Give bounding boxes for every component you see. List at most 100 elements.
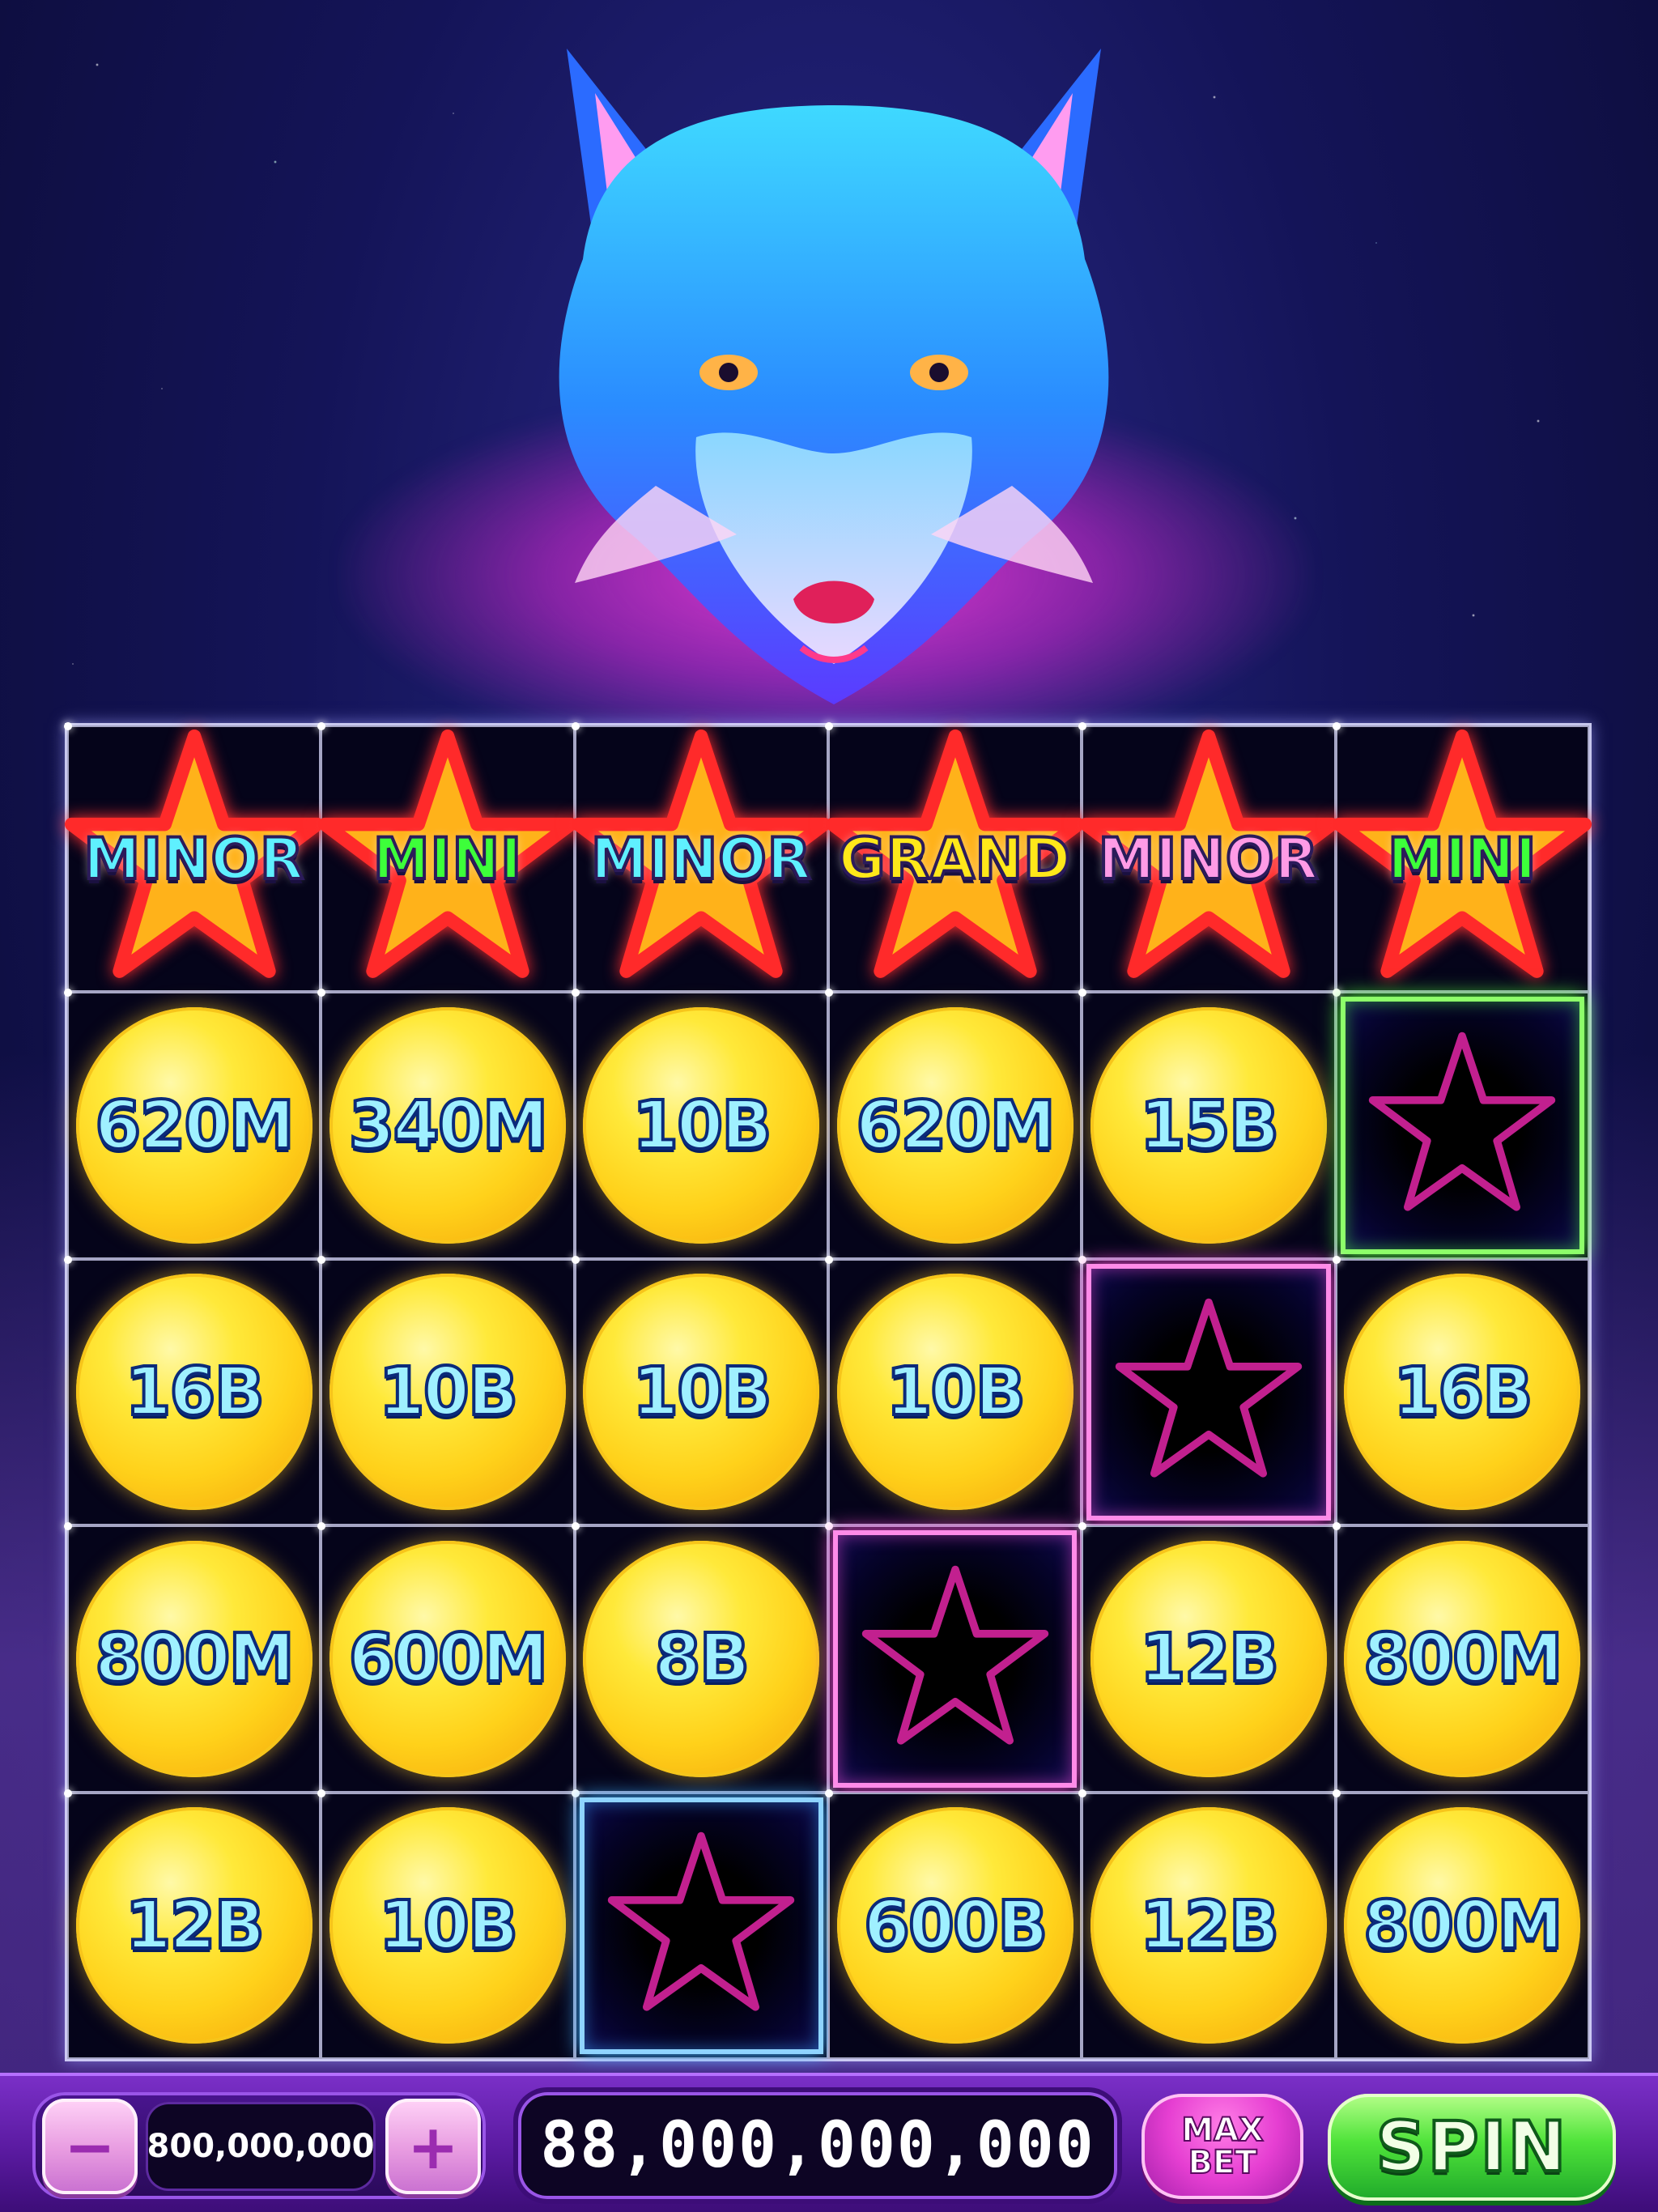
increase-bet-button[interactable]: + (385, 2099, 481, 2194)
coin-value: 10B (377, 1886, 521, 1966)
grid-node (317, 1789, 326, 1797)
jackpot-label: MINI (1386, 824, 1537, 894)
grid-node (571, 1255, 580, 1264)
coin-value: 600M (347, 1619, 551, 1699)
moon-coin: 10B (329, 1807, 566, 2044)
coin-value: 8B (653, 1619, 752, 1699)
moon-coin: 10B (583, 1274, 820, 1511)
jackpot-label: MINOR (1097, 824, 1320, 894)
coin-value: 340M (347, 1086, 551, 1166)
reel-cell: 10B (825, 1255, 1082, 1526)
star-outline-icon (1369, 1032, 1556, 1211)
moon-coin: 12B (1090, 1807, 1327, 2044)
max-bet-button[interactable]: MAX BET (1141, 2094, 1303, 2199)
grid-node (317, 1522, 326, 1531)
coin-value: 12B (1138, 1886, 1282, 1966)
reel-cell: 12B (1078, 1522, 1336, 1793)
jackpot-cell: MINOR (64, 722, 324, 993)
empty-star-slot (833, 1530, 1078, 1788)
grid-node (1332, 989, 1341, 998)
reel-cell: 600M (317, 1522, 575, 1793)
reel-cell: 620M (64, 989, 321, 1259)
coin-value: 800M (1362, 1886, 1565, 1966)
coin-value: 12B (123, 1886, 266, 1966)
coin-value: 10B (631, 1352, 774, 1432)
reel-cell: 800M (1332, 1789, 1589, 2059)
grid-node (64, 1522, 72, 1531)
grid-node (1078, 1255, 1087, 1264)
reel-grid: MINOR MINI MINOR GRAND MINOR MINI 620M 340M 10B 6… (64, 722, 1592, 2061)
coin-value: 12B (1138, 1619, 1282, 1699)
spin-button[interactable]: SPIN (1328, 2094, 1616, 2201)
reel-cell: 12B (1078, 1789, 1336, 2059)
reel-cell: 800M (64, 1522, 321, 1793)
max-bet-label-line1: MAX (1180, 2112, 1265, 2149)
coin-value: 16B (123, 1352, 266, 1432)
reel-cell (825, 1522, 1082, 1793)
minus-icon: − (64, 2110, 116, 2183)
reel-cell: 10B (317, 1255, 575, 1526)
coin-value: 620M (93, 1086, 296, 1166)
grid-node (571, 1789, 580, 1797)
reel-cell: 16B (64, 1255, 321, 1526)
empty-star-slot (1086, 1263, 1331, 1521)
grid-node (825, 1255, 833, 1264)
grid-node (825, 989, 833, 998)
coin-value: 620M (854, 1086, 1057, 1166)
grid-node (1332, 1255, 1341, 1264)
coin-value: 10B (884, 1352, 1027, 1432)
jackpot-label: MINOR (82, 824, 305, 894)
jackpot-cell: MINOR (1078, 722, 1339, 993)
moon-coin: 800M (75, 1540, 312, 1777)
moon-coin: 15B (1090, 1007, 1327, 1244)
moon-coin: 620M (75, 1007, 312, 1244)
reel-cell: 600B (825, 1789, 1082, 2059)
max-bet-label-line2: BET (1187, 2144, 1257, 2181)
moon-coin: 12B (75, 1807, 312, 2044)
grid-node (571, 989, 580, 998)
jackpot-cell: MINI (317, 722, 578, 993)
grid-node (1078, 1789, 1087, 1797)
empty-star-slot (579, 1797, 823, 2054)
coin-value: 800M (1362, 1619, 1565, 1699)
grid-node (64, 989, 72, 998)
empty-star-slot (1340, 997, 1584, 1254)
wolf-artwork (559, 49, 1109, 704)
coin-value: 10B (631, 1086, 774, 1166)
reel-cell: 12B (64, 1789, 321, 2059)
reel-cell (1332, 989, 1589, 1259)
bet-amount: 800,000,000 (146, 2102, 376, 2191)
decrease-bet-button[interactable]: − (42, 2099, 138, 2194)
coin-value: 10B (377, 1352, 521, 1432)
reel-cell: 15B (1078, 989, 1336, 1259)
moon-coin: 16B (1344, 1274, 1581, 1511)
moon-coin: 10B (583, 1007, 820, 1244)
moon-coin: 600B (836, 1807, 1073, 2044)
jackpot-cell: MINI (1332, 722, 1592, 993)
moon-coin: 600M (329, 1540, 566, 1777)
moon-coin: 12B (1090, 1540, 1327, 1777)
grid-node (1332, 1522, 1341, 1531)
grid-node (1332, 1789, 1341, 1797)
coin-value: 800M (93, 1619, 296, 1699)
grid-node (64, 1789, 72, 1797)
grid-node (825, 1522, 833, 1531)
moon-coin: 8B (583, 1540, 820, 1777)
jackpot-cell: GRAND (825, 722, 1085, 993)
star-outline-icon (861, 1565, 1048, 1745)
spin-label: SPIN (1375, 2105, 1568, 2189)
grid-node (64, 1255, 72, 1264)
grid-node (317, 1255, 326, 1264)
reel-cell: 16B (1332, 1255, 1589, 1526)
coin-value: 600B (862, 1886, 1050, 1966)
reel-cell (571, 1789, 828, 2059)
reel-cell: 620M (825, 989, 1082, 1259)
reel-cell: 10B (571, 1255, 828, 1526)
reel-cell: 8B (571, 1522, 828, 1793)
grid-node (571, 1522, 580, 1531)
star-outline-icon (608, 1832, 795, 2011)
plus-icon: + (407, 2110, 459, 2183)
coin-value: 15B (1138, 1086, 1282, 1166)
grid-node (825, 1789, 833, 1797)
reel-cell: 340M (317, 989, 575, 1259)
